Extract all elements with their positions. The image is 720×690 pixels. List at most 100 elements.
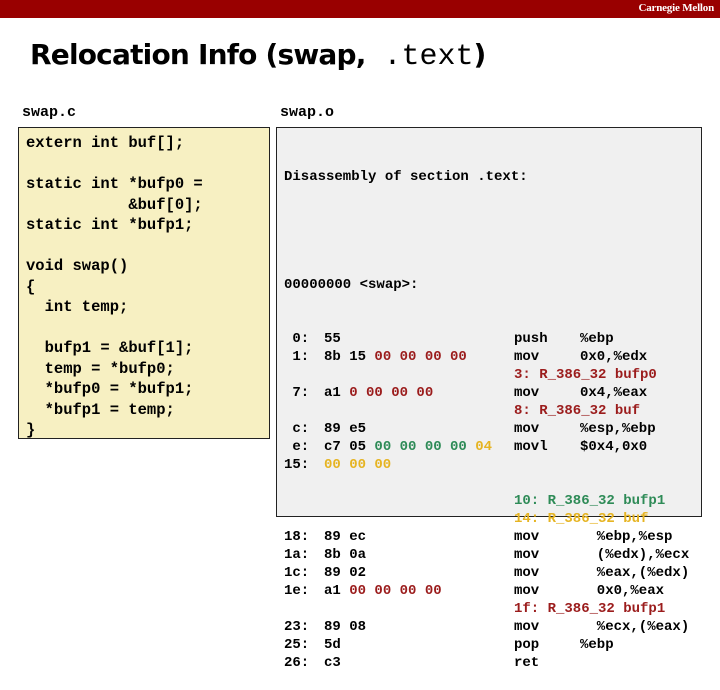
instruction-mnemonic: mov <box>514 583 540 599</box>
instruction-address: 1a: <box>284 547 310 563</box>
instruction-row: 26: c3 ret <box>284 654 701 672</box>
byte-group: 89 02 <box>324 565 367 581</box>
source-line <box>26 318 269 339</box>
relocation-text: 1f: R_386_32 bufp1 <box>514 601 666 617</box>
instruction-mnemonic: mov <box>514 529 540 545</box>
instruction-bytes: c3 <box>324 654 341 672</box>
source-line: static int *bufp1; <box>26 216 194 234</box>
byte-group: 5d <box>324 637 341 653</box>
instruction-bytes: 89 02 <box>324 564 366 582</box>
relocation-text: 3: R_386_32 bufp0 <box>514 367 657 383</box>
instruction-address: 0: <box>284 331 310 347</box>
disassembly-heading: Disassembly of section .text: <box>284 169 528 185</box>
relocation-entry: 8: R_386_32 buf <box>284 402 701 420</box>
instruction-address: 23: <box>284 619 310 635</box>
instruction-mnemonic: pop <box>514 637 540 653</box>
instruction-bytes: c7 05 00 00 00 00 04 <box>324 438 492 456</box>
disassembly-box: Disassembly of section .text: 00000000 <… <box>276 127 702 671</box>
instruction-mnemonic: push <box>514 331 548 347</box>
instruction-address: 7: <box>284 385 310 401</box>
relocation-entry: 3: R_386_32 bufp0 <box>284 366 701 384</box>
byte-group: 00 00 00 00 <box>349 583 442 599</box>
instruction-mnemonic: mov <box>514 421 540 437</box>
instruction-row: 25: 5d pop %ebp <box>284 636 701 654</box>
disassembly-rows: 0: 55 push %ebp 1: 8b 15 00 00 00 00 mov 0x0,%… <box>284 330 701 672</box>
relocation-text: 10: R_386_32 bufp1 <box>514 493 666 509</box>
instruction-address: 15: <box>284 457 310 473</box>
instruction-operands: %ebp <box>580 637 614 653</box>
instruction-operands: %ebp,%esp <box>580 529 673 545</box>
relocation-text: 8: R_386_32 buf <box>514 403 641 419</box>
instruction-mnemonic: mov <box>514 385 540 401</box>
instruction-address: e: <box>284 439 310 455</box>
instruction-row: 7: a1 0 00 00 00 mov 0x4,%eax <box>284 384 701 402</box>
instruction-operands: $0x4,0x0 <box>580 439 648 455</box>
instruction-row: 1e: a1 00 00 00 00 mov 0x0,%eax <box>284 582 701 600</box>
title-suffix: ) <box>473 38 487 71</box>
instruction-row: 15: 00 00 00 <box>284 456 701 474</box>
relocation-entry: 10: R_386_32 bufp1 <box>284 492 701 510</box>
byte-group: 00 00 00 00 <box>374 349 467 365</box>
byte-group: 89 ec <box>324 529 367 545</box>
header-bar: Carnegie Mellon <box>0 0 720 18</box>
relocation-text: 14: R_386_32 buf <box>514 511 649 527</box>
instruction-address: 25: <box>284 637 310 653</box>
title-prefix: Relocation Info (swap, <box>30 38 384 71</box>
source-line <box>26 236 269 257</box>
c-source-box: extern int buf[]; static int *bufp0 = &bu… <box>18 127 270 439</box>
instruction-bytes: 00 00 00 <box>324 456 391 474</box>
symbol-line: 00000000 <swap>: <box>284 277 419 293</box>
instruction-operands: (%edx),%ecx <box>580 547 690 563</box>
instruction-address: c: <box>284 421 310 437</box>
source-line <box>26 154 269 175</box>
source-line: &buf[0]; <box>26 195 203 214</box>
instruction-operands: %esp,%ebp <box>580 421 656 437</box>
instruction-bytes: 8b 15 00 00 00 00 <box>324 348 467 366</box>
c-file-label: swap.c <box>22 104 77 121</box>
byte-group: 00 00 00 <box>324 457 392 473</box>
instruction-bytes: a1 00 00 00 00 <box>324 582 442 600</box>
source-line: void swap() <box>26 257 129 275</box>
byte-group: a1 <box>324 583 350 599</box>
instruction-operands: 0x0,%eax <box>580 583 665 599</box>
byte-group: 8b 15 <box>324 349 375 365</box>
instruction-mnemonic: movl <box>514 439 548 455</box>
source-line: *bufp0 = *bufp1; <box>26 380 194 398</box>
source-line: static int *bufp0 = <box>26 175 203 193</box>
relocation-entry: 14: R_386_32 buf <box>284 510 701 528</box>
title-mono: .text <box>383 40 474 74</box>
byte-group: 89 e5 <box>324 421 367 437</box>
byte-group: a1 <box>324 385 350 401</box>
relocation-entry <box>284 474 701 492</box>
instruction-address: 26: <box>284 655 310 671</box>
source-line: *bufp1 = temp; <box>26 400 175 419</box>
instruction-address: 18: <box>284 529 310 545</box>
byte-group: 04 <box>475 439 493 455</box>
instruction-bytes: 89 e5 <box>324 420 366 438</box>
byte-group: 8b 0a <box>324 547 367 563</box>
brand-logo-text: Carnegie Mellon <box>638 2 714 14</box>
instruction-bytes: 8b 0a <box>324 546 366 564</box>
source-line: extern int buf[]; <box>26 134 185 152</box>
byte-group: 89 08 <box>324 619 367 635</box>
instruction-operands: %ebp <box>580 331 614 347</box>
instruction-address: 1c: <box>284 565 310 581</box>
instruction-operands: %ecx,(%eax) <box>580 619 690 635</box>
instruction-mnemonic: mov <box>514 619 540 635</box>
instruction-bytes: 5d <box>324 636 341 654</box>
instruction-row: 0: 55 push %ebp <box>284 330 701 348</box>
byte-group: c7 05 <box>324 439 375 455</box>
instruction-row: 1: 8b 15 00 00 00 00 mov 0x0,%edx <box>284 348 701 366</box>
instruction-bytes: 89 ec <box>324 528 366 546</box>
instruction-bytes: 89 08 <box>324 618 366 636</box>
source-line: temp = *bufp0; <box>26 359 175 378</box>
byte-group: 00 00 00 00 <box>374 439 476 455</box>
source-line: int temp; <box>26 298 129 316</box>
source-line: } <box>26 421 36 439</box>
instruction-row: c: 89 e5 mov %esp,%ebp <box>284 420 701 438</box>
o-file-label: swap.o <box>280 104 335 121</box>
instruction-bytes: 55 <box>324 330 341 348</box>
instruction-operands: 0x0,%edx <box>580 349 648 365</box>
instruction-mnemonic: mov <box>514 349 540 365</box>
